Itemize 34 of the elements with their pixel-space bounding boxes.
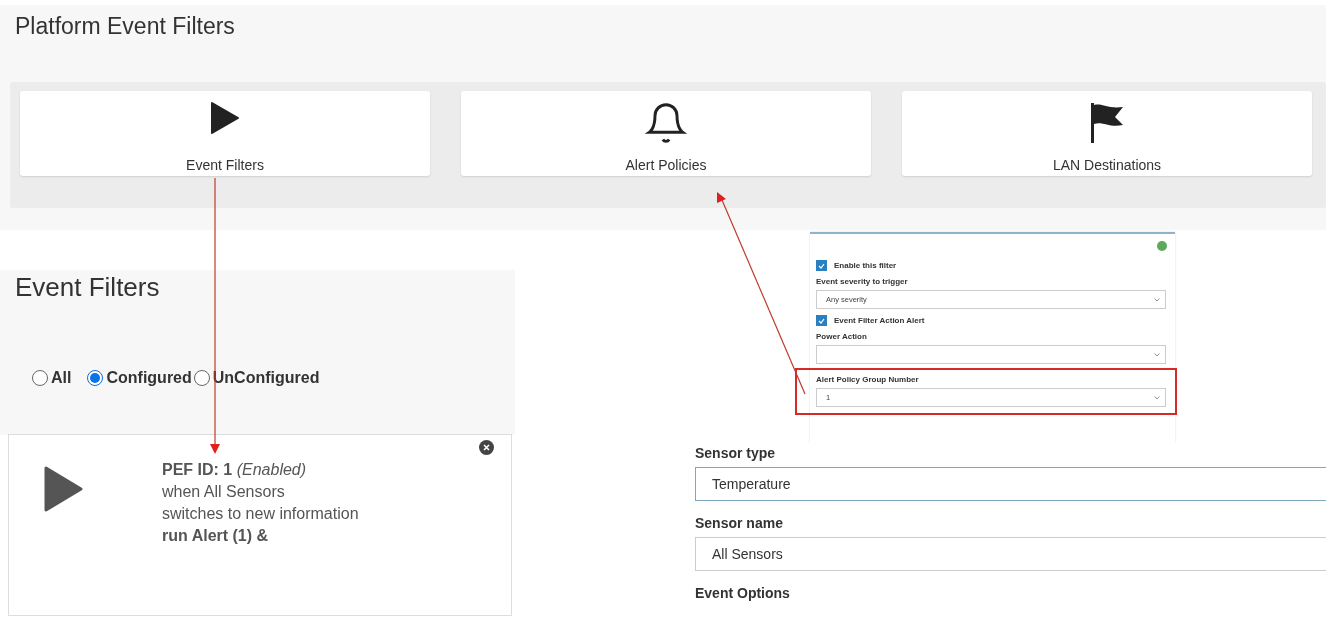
section-title: Event Filters: [15, 272, 160, 303]
help-icon[interactable]: [1157, 241, 1167, 251]
filter-radio[interactable]: Configured: [87, 369, 192, 387]
field-label: Event severity to trigger: [816, 277, 909, 286]
close-icon: [483, 444, 490, 451]
checkbox-option[interactable]: Enable this filter: [816, 260, 1166, 271]
checkbox[interactable]: [816, 260, 827, 271]
filter-radio[interactable]: All: [32, 369, 72, 387]
play-icon: [44, 466, 84, 512]
flag-icon: [1089, 101, 1125, 145]
checkbox[interactable]: [816, 315, 827, 326]
field-label: Sensor type: [695, 445, 777, 461]
input-field[interactable]: All Sensors: [695, 537, 1326, 571]
field-label: Power Action: [816, 332, 868, 341]
field-label: Sensor name: [695, 515, 784, 531]
filter-description: run Alert (1) &: [162, 527, 270, 545]
play-icon: [210, 101, 240, 135]
caret-icon: [1154, 352, 1160, 357]
section-label: Event Options: [695, 585, 791, 601]
nav-tile[interactable]: LAN Destinations: [902, 91, 1312, 176]
bell-icon: [644, 101, 688, 145]
select-field[interactable]: [816, 345, 1166, 364]
input-field[interactable]: Temperature: [695, 467, 1326, 501]
close-button[interactable]: [479, 440, 494, 455]
page-title: Platform Event Filters: [15, 13, 235, 40]
filter-description: when All Sensors: [162, 483, 286, 501]
filter-description: switches to new information: [162, 505, 359, 523]
checkbox-option[interactable]: Event Filter Action Alert: [816, 315, 1166, 326]
nav-tile[interactable]: Event Filters: [20, 91, 430, 176]
caret-icon: [1154, 297, 1160, 302]
filter-heading: PEF ID: 1 (Enabled): [162, 461, 308, 479]
field-label: Alert Policy Group Number: [816, 375, 920, 384]
nav-tile[interactable]: Alert Policies: [461, 91, 871, 176]
caret-icon: [1154, 395, 1160, 400]
